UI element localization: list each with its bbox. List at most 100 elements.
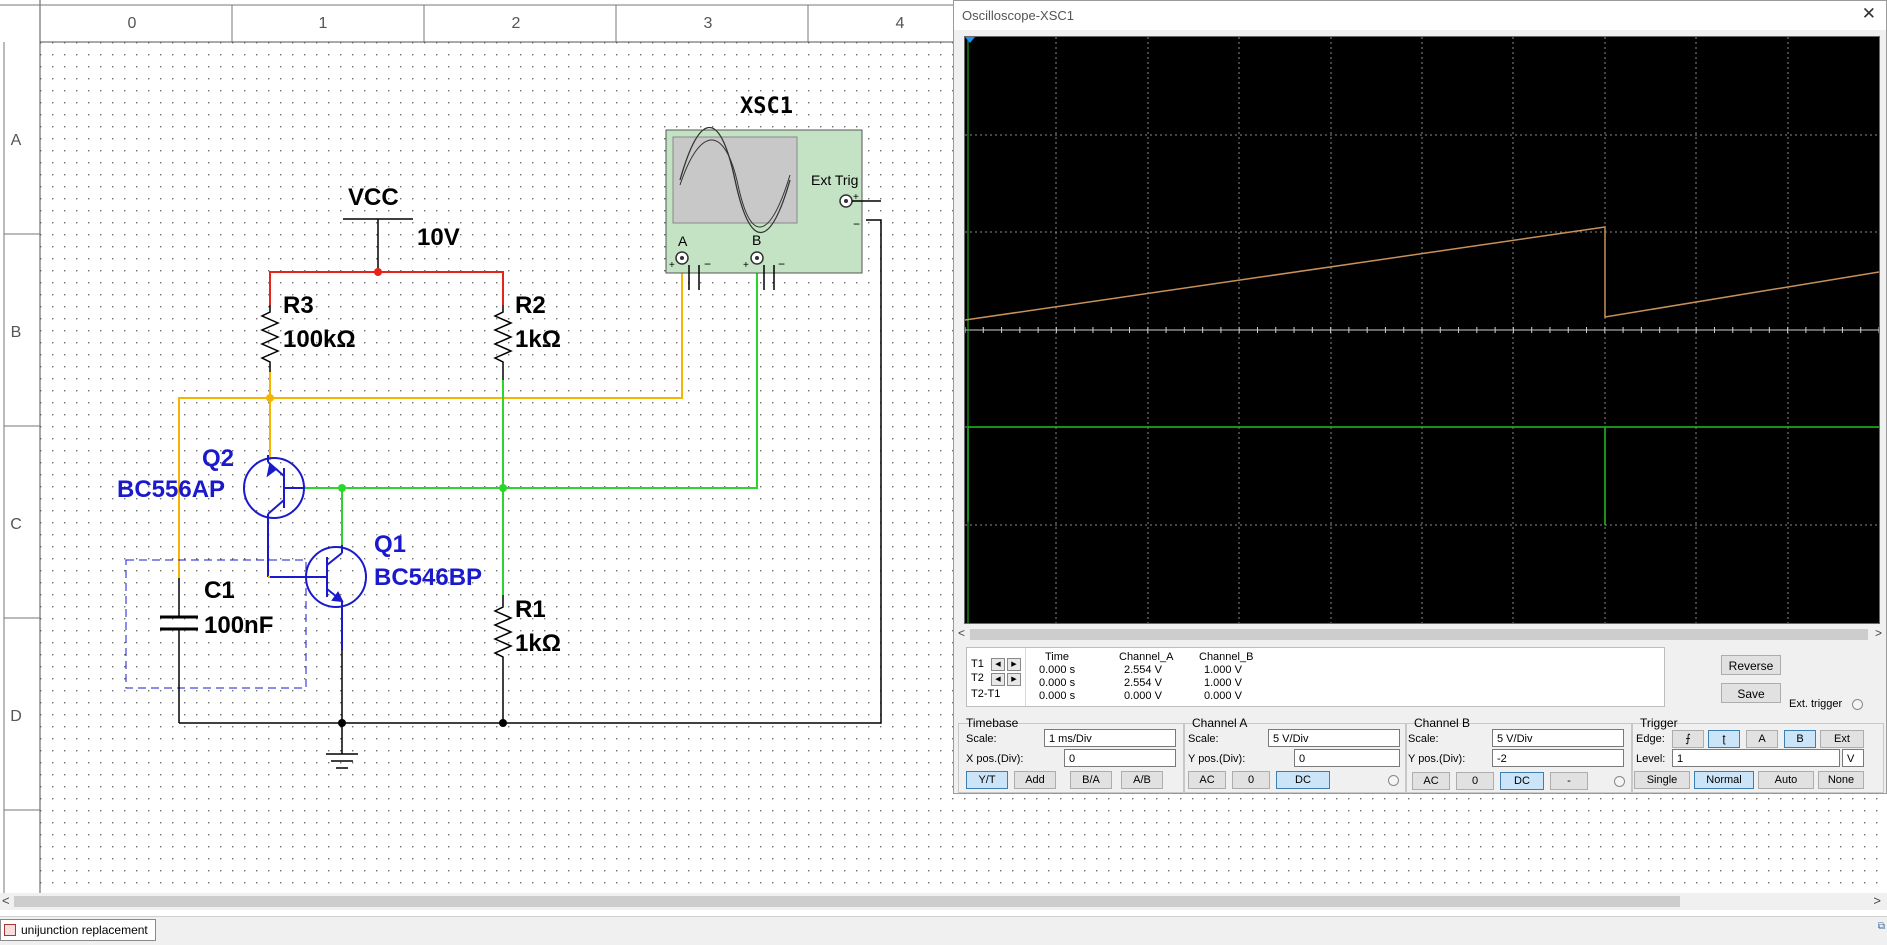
channel-a-radio[interactable] — [1388, 775, 1399, 786]
document-tabbar: unijunction replacement ⧉ — [0, 916, 1887, 945]
channel-a-dc-button[interactable]: DC — [1276, 771, 1330, 789]
q1-base-junction — [338, 484, 346, 492]
trigger-level-label: Level: — [1636, 753, 1666, 765]
channel-a-zero-button[interactable]: 0 — [1232, 771, 1270, 789]
channel-a-scale-label: Scale: — [1188, 733, 1219, 745]
trigger-b-button[interactable]: B — [1784, 730, 1816, 748]
scroll-right-icon[interactable]: > — [1875, 626, 1882, 640]
ba-button[interactable]: B/A — [1070, 771, 1112, 789]
channel-b-invert-button[interactable]: - — [1550, 772, 1588, 790]
q2-name: Q2 — [202, 445, 234, 472]
trigger-level-unit[interactable]: V — [1842, 749, 1864, 767]
trigger-edge-label: Edge: — [1636, 733, 1665, 745]
auto-button[interactable]: Auto — [1758, 771, 1814, 789]
tab-unijunction-replacement[interactable]: unijunction replacement — [0, 919, 156, 941]
add-button[interactable]: Add — [1014, 771, 1056, 789]
workspace-scrollbar[interactable]: < > — [0, 893, 1887, 910]
t2t1-time: 0.000 s — [1039, 690, 1076, 702]
t1-right-arrow-icon[interactable]: ▶ — [1007, 658, 1021, 671]
t2-time: 0.000 s — [1039, 677, 1076, 689]
svg-text:−: − — [778, 257, 785, 271]
rising-edge-button[interactable]: ⨍ — [1672, 730, 1704, 748]
schematic-icon — [4, 924, 16, 936]
oscilloscope-titlebar[interactable]: Oscilloscope-XSC1 ✕ — [954, 1, 1886, 30]
channel-a-ac-button[interactable]: AC — [1188, 771, 1226, 789]
vcc-value: 10V — [417, 224, 460, 251]
ground-junction-1 — [338, 719, 346, 727]
workspace-scrollbar-thumb[interactable] — [14, 896, 1680, 907]
t2-left-arrow-icon[interactable]: ◀ — [991, 673, 1005, 686]
r2-name: R2 — [515, 292, 546, 319]
channel-b-scale-input[interactable]: 5 V/Div — [1492, 729, 1624, 747]
trigger-level-input[interactable]: 1 — [1672, 749, 1840, 767]
scrollbar-thumb[interactable] — [970, 629, 1868, 640]
c1-name: C1 — [204, 577, 235, 604]
row-t2t1-label: T2-T1 — [971, 688, 1001, 700]
cursor-t1-handle[interactable] — [965, 37, 975, 43]
channel-b-title: Channel B — [1414, 716, 1471, 730]
r1-value: 1kΩ — [515, 630, 561, 657]
single-button[interactable]: Single — [1634, 771, 1690, 789]
header-time: Time — [1045, 651, 1070, 663]
scroll-left-icon[interactable]: < — [958, 626, 965, 640]
t1-left-arrow-icon[interactable]: ◀ — [991, 658, 1005, 671]
timebase-scale-label: Scale: — [966, 733, 997, 745]
channel-a-ypos-input[interactable]: 0 — [1294, 749, 1400, 767]
save-button[interactable]: Save — [1721, 683, 1781, 703]
trigger-a-button[interactable]: A — [1746, 730, 1778, 748]
xsc1-label: XSC1 — [740, 94, 793, 119]
row-header-a: A — [11, 132, 22, 149]
trigger-title: Trigger — [1640, 716, 1678, 730]
channel-b-ypos-label: Y pos.(Div): — [1408, 753, 1466, 765]
channel-b-group: Channel B Scale: 5 V/Div Y pos.(Div): -2… — [1406, 712, 1632, 793]
channel-a-scale-input[interactable]: 5 V/Div — [1268, 729, 1400, 747]
screen-scrollbar[interactable]: < > — [956, 626, 1884, 641]
oscilloscope-screen[interactable] — [964, 36, 1880, 624]
svg-text:+: + — [853, 192, 859, 203]
ext-trigger-radio[interactable] — [1852, 699, 1863, 710]
workspace-scroll-left-icon[interactable]: < — [2, 893, 10, 908]
workspace-scroll-right-icon[interactable]: > — [1873, 893, 1881, 908]
normal-button[interactable]: Normal — [1694, 771, 1754, 789]
row-header-c: C — [10, 516, 22, 533]
col-header-2: 2 — [512, 15, 521, 32]
tab-label: unijunction replacement — [21, 923, 148, 937]
timebase-xpos-input[interactable]: 0 — [1064, 749, 1176, 767]
svg-text:−: − — [704, 257, 711, 271]
channel-b-dc-button[interactable]: DC — [1500, 772, 1544, 790]
t1-channel-a: 2.554 V — [1124, 664, 1162, 676]
probe-b-label: B — [752, 232, 761, 248]
t2-right-arrow-icon[interactable]: ▶ — [1007, 673, 1021, 686]
oscilloscope-window[interactable]: Oscilloscope-XSC1 ✕ < > T1 T2 T2-T1 ◀ ▶ … — [953, 0, 1887, 794]
none-button[interactable]: None — [1818, 771, 1864, 789]
channel-b-ac-button[interactable]: AC — [1412, 772, 1450, 790]
header-channel-a: Channel_A — [1119, 651, 1174, 663]
col-header-0: 0 — [128, 15, 137, 32]
row-header-b: B — [11, 324, 22, 341]
channel-b-radio[interactable] — [1614, 776, 1625, 787]
reverse-button[interactable]: Reverse — [1721, 655, 1781, 675]
row-t1-label: T1 — [971, 658, 984, 670]
svg-text:+: + — [669, 260, 675, 271]
row-header-d: D — [10, 708, 22, 725]
q1-name: Q1 — [374, 531, 406, 558]
trigger-group: Trigger Edge: ⨍ ʈ A B Ext Level: 1 V Sin… — [1632, 712, 1886, 793]
trigger-ext-button[interactable]: Ext — [1820, 730, 1864, 748]
timebase-group: Timebase Scale: 1 ms/Div X pos.(Div): 0 … — [958, 712, 1184, 793]
channel-a-ypos-label: Y pos.(Div): — [1188, 753, 1246, 765]
timebase-scale-input[interactable]: 1 ms/Div — [1044, 729, 1176, 747]
channel-b-zero-button[interactable]: 0 — [1456, 772, 1494, 790]
timebase-xpos-label: X pos.(Div): — [966, 753, 1024, 765]
ab-button[interactable]: A/B — [1121, 771, 1163, 789]
falling-edge-button[interactable]: ʈ — [1708, 730, 1740, 748]
header-channel-b: Channel_B — [1199, 651, 1254, 663]
col-header-4: 4 — [896, 15, 905, 32]
t2-channel-a: 2.554 V — [1124, 677, 1162, 689]
cursor-readout-panel: T1 T2 T2-T1 ◀ ▶ ◀ ▶ Time Channel_A Chann… — [966, 647, 1665, 707]
channel-a-group: Channel A Scale: 5 V/Div Y pos.(Div): 0 … — [1184, 712, 1406, 793]
channel-b-ypos-input[interactable]: -2 — [1492, 749, 1624, 767]
t1-channel-b: 1.000 V — [1204, 664, 1242, 676]
oscilloscope-title: Oscilloscope-XSC1 — [962, 8, 1074, 23]
close-icon[interactable]: ✕ — [1862, 4, 1876, 24]
yt-button[interactable]: Y/T — [966, 771, 1008, 789]
